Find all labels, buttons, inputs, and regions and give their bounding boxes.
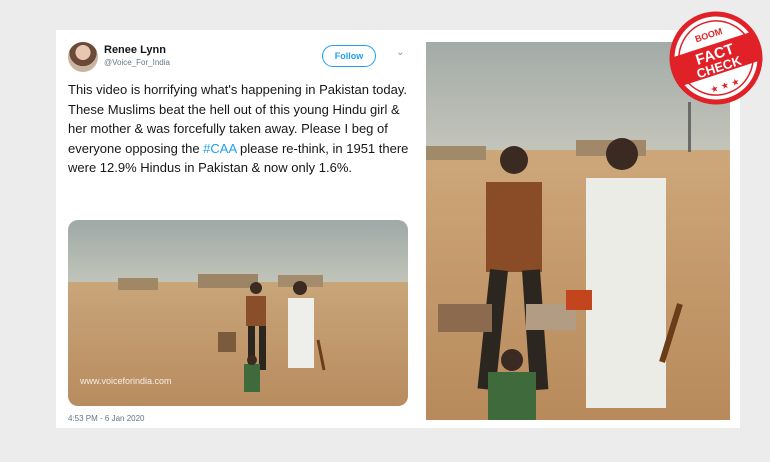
follow-button[interactable]: Follow: [322, 45, 376, 67]
tweet-timestamp[interactable]: 4:53 PM - 6 Jan 2020: [68, 414, 145, 423]
tweet-text: This video is horrifying what's happenin…: [68, 80, 413, 178]
user-handle[interactable]: @Voice_For_India: [104, 58, 170, 67]
tweet-video[interactable]: www.voiceforindia.com: [68, 220, 408, 406]
tweet-card: Renee Lynn @Voice_For_India Follow ⌄ Thi…: [58, 32, 418, 426]
fact-check-stamp: BOOM FACT CHECK ★ ★ ★: [662, 4, 770, 112]
video-watermark: www.voiceforindia.com: [80, 376, 172, 386]
hashtag-link[interactable]: #CAA: [203, 141, 236, 156]
avatar[interactable]: [68, 42, 98, 72]
chevron-down-icon[interactable]: ⌄: [396, 48, 406, 58]
user-name[interactable]: Renee Lynn: [104, 44, 166, 56]
